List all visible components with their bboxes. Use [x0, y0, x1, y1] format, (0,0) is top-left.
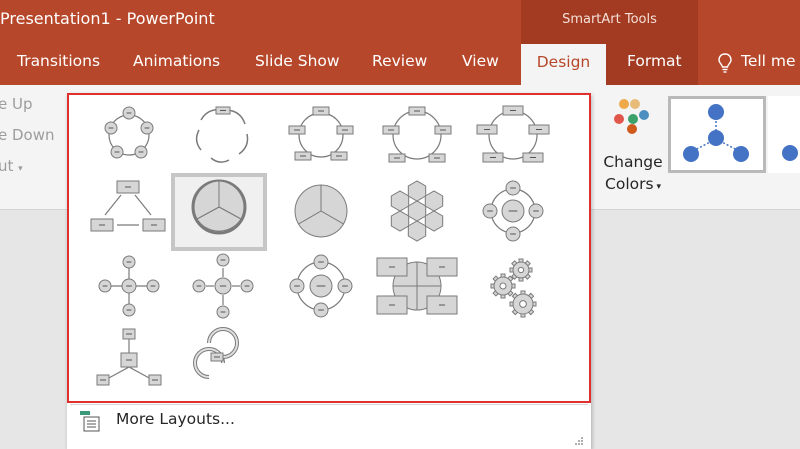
tab-design-label: Design [536, 53, 591, 71]
gallery-layout-item[interactable] [171, 98, 267, 176]
tab-design[interactable]: Design [521, 44, 606, 85]
more-layouts-link[interactable]: More Layouts... [116, 410, 235, 428]
title-bar: Presentation1 - PowerPoint SmartArt Tool… [0, 0, 800, 40]
hexagon-radial-icon [390, 180, 444, 242]
lightbulb-icon [718, 53, 732, 73]
tab-view[interactable]: View [462, 52, 499, 70]
smartart-style-next[interactable] [768, 96, 800, 173]
continuous-cycle-icon [476, 105, 550, 163]
tab-review[interactable]: Review [372, 52, 427, 70]
layout-gallery-panel [67, 93, 591, 449]
diverging-radial-icon [192, 253, 254, 319]
smartart-tools-label: SmartArt Tools [562, 12, 657, 27]
gallery-layout-item[interactable] [171, 173, 267, 251]
smartart-style-selected[interactable] [668, 96, 766, 173]
tab-animations[interactable]: Animations [133, 52, 220, 70]
gallery-layout-item[interactable] [77, 98, 173, 176]
change-colors-label-line2: Colors ▾ [605, 175, 661, 193]
smartart-style-preview-icon [782, 145, 798, 161]
gear-icon [490, 258, 537, 318]
gallery-layout-item[interactable] [461, 173, 557, 251]
layout-label: ut [0, 157, 14, 175]
gallery-layout-item[interactable] [461, 98, 557, 176]
gallery-layout-item[interactable] [171, 323, 267, 401]
smartart-tools-group: SmartArt Tools [521, 0, 698, 40]
more-layouts-icon [80, 411, 100, 432]
move-up-button[interactable]: e Up [0, 95, 33, 113]
nondirectional-cycle-icon [382, 106, 452, 163]
layout-button[interactable]: ut ▾ [0, 157, 23, 175]
gallery-layout-item[interactable] [269, 98, 365, 176]
segmented-cycle-icon [191, 179, 247, 235]
basic-pie-icon [294, 184, 348, 238]
cycle-matrix-icon [376, 257, 458, 315]
chevron-down-icon: ▾ [18, 164, 23, 174]
gallery-layout-item[interactable] [77, 173, 173, 251]
gallery-layout-item[interactable] [365, 173, 461, 251]
change-colors-label-line1: Change [603, 153, 663, 171]
change-colors-icon [614, 99, 649, 134]
text-cycle-icon [195, 106, 249, 163]
move-down-button[interactable]: e Down [0, 126, 55, 144]
gallery-layout-item[interactable] [269, 173, 365, 251]
gallery-layout-item[interactable] [171, 248, 267, 326]
window-title: Presentation1 - PowerPoint [0, 9, 215, 28]
circle-arrow-process-icon [193, 327, 239, 379]
gallery-layout-item[interactable] [365, 248, 461, 326]
basic-radial-icon [482, 180, 544, 242]
smartart-style-preview-icon [683, 104, 749, 162]
tell-me-search[interactable]: Tell me w [741, 52, 800, 70]
resize-grip-icon[interactable] [574, 436, 584, 446]
gallery-divider [70, 404, 588, 405]
tab-slide-show[interactable]: Slide Show [255, 52, 340, 70]
tab-format[interactable]: Format [627, 52, 682, 70]
radial-cluster-icon [96, 328, 162, 386]
multidirectional-cycle-icon [90, 180, 166, 232]
tab-transitions[interactable]: Transitions [17, 52, 100, 70]
gallery-layout-item[interactable] [77, 248, 173, 326]
gallery-layout-item[interactable] [461, 248, 557, 326]
change-colors-button[interactable]: Change Colors ▾ [600, 97, 666, 197]
gallery-layout-item[interactable] [365, 98, 461, 176]
ribbon-tabs: Transitions Animations Slide Show Review… [0, 40, 800, 85]
chevron-down-icon: ▾ [653, 182, 661, 192]
radial-cycle-icon [289, 254, 353, 318]
gallery-layout-item[interactable] [269, 248, 365, 326]
block-cycle-icon [288, 106, 354, 161]
radial-list-icon [98, 255, 160, 317]
basic-cycle-icon [104, 106, 154, 159]
gallery-layout-item[interactable] [77, 323, 173, 401]
